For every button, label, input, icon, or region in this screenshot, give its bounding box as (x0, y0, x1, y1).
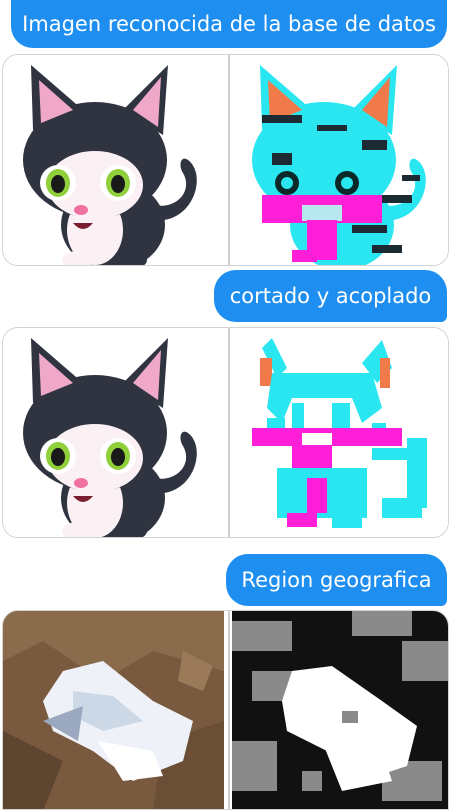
cat-segmented-cropped-image[interactable] (232, 328, 448, 537)
message-text: cortado y acoplado (229, 284, 432, 308)
message-text: Region geografica (241, 568, 432, 592)
image-divider (228, 328, 230, 537)
image-card-region[interactable] (2, 610, 449, 810)
cat-segmented-image[interactable] (232, 55, 448, 265)
cat-original-cropped-image[interactable] (3, 328, 224, 537)
message-bubble-region: Region geografica (226, 554, 447, 606)
terrain-mask-image[interactable] (232, 611, 448, 809)
message-bubble-cropped: cortado y acoplado (214, 270, 447, 322)
image-divider (228, 55, 230, 265)
image-card-cropped[interactable] (2, 327, 449, 538)
terrain-satellite-image[interactable] (3, 611, 224, 809)
message-bubble-recognized: Imagen reconocida de la base de datos (11, 0, 447, 48)
message-text: Imagen reconocida de la base de datos (22, 12, 436, 36)
cat-original-image[interactable] (3, 55, 224, 265)
image-card-recognized[interactable] (2, 54, 449, 266)
image-divider (228, 611, 230, 809)
